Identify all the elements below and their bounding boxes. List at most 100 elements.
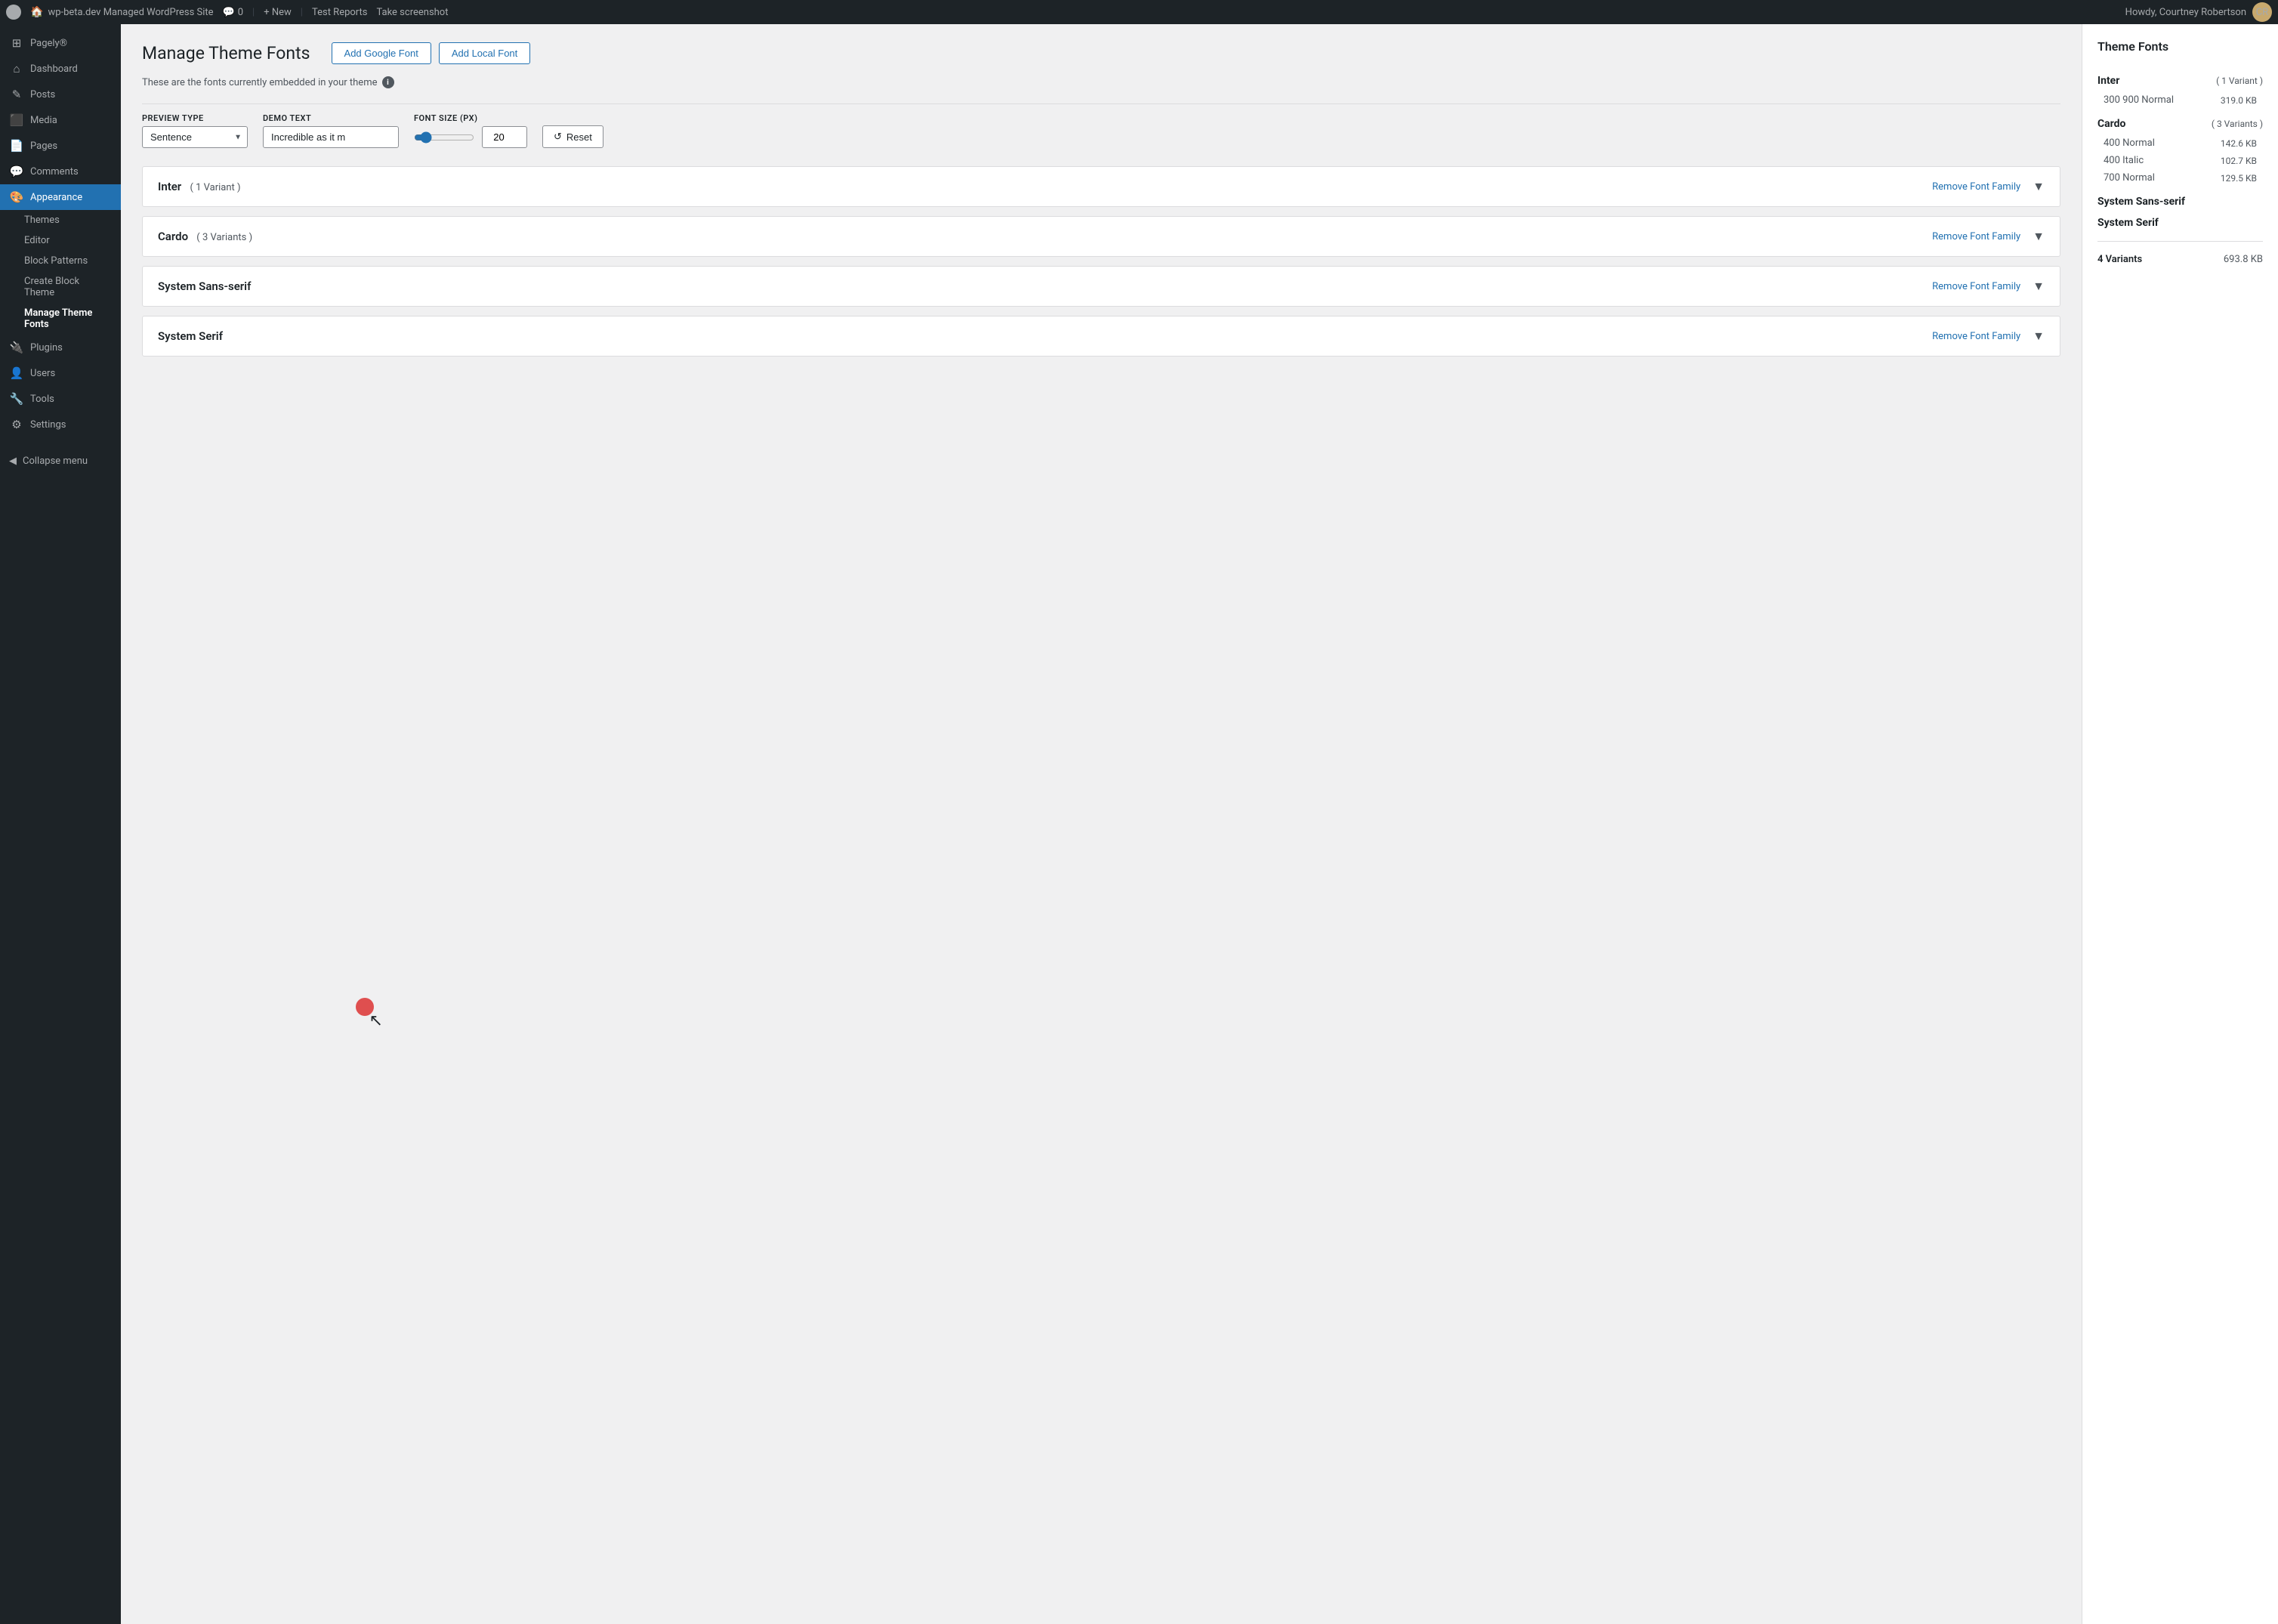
collapse-menu[interactable]: ◀ Collapse menu	[0, 449, 121, 473]
sidebar-item-label-appearance: Appearance	[30, 192, 82, 203]
new-button[interactable]: + New	[264, 7, 292, 18]
app-layout: ⊞ Pagely® ⌂ Dashboard ✎ Posts ⬛ Media 📄 …	[0, 24, 2278, 1624]
separator2: |	[301, 7, 303, 18]
subtitle: These are the fonts currently embedded i…	[142, 76, 2060, 88]
collapse-arrow-icon: ◀	[9, 455, 17, 467]
sidebar-item-appearance[interactable]: 🎨 Appearance	[0, 184, 121, 210]
comments-count[interactable]: 💬 0	[223, 7, 244, 18]
sidebar-item-label-settings: Settings	[30, 419, 66, 431]
avatar: CR	[2252, 2, 2272, 22]
panel-cardo-variant-label-1: 400 Italic	[2104, 155, 2144, 166]
sidebar-item-users[interactable]: 👤 Users	[0, 360, 121, 386]
comments-icon: 💬	[9, 165, 24, 178]
font-inter-actions: Remove Font Family ▼	[1932, 179, 2045, 194]
preview-type-group: PREVIEW TYPE Sentence Paragraph Custom	[142, 113, 248, 148]
font-size-number-input[interactable]	[482, 126, 527, 148]
sidebar-sub-item-manage-theme-fonts[interactable]: Manage Theme Fonts	[24, 303, 121, 335]
sidebar-item-pages[interactable]: 📄 Pages	[0, 133, 121, 159]
font-inter-name: Inter	[158, 180, 181, 193]
sidebar-item-label-comments: Comments	[30, 166, 79, 178]
sidebar-item-tools[interactable]: 🔧 Tools	[0, 386, 121, 412]
sidebar-item-label-posts: Posts	[30, 89, 55, 100]
sidebar-item-label-dashboard: Dashboard	[30, 63, 78, 75]
sidebar-item-posts[interactable]: ✎ Posts	[0, 82, 121, 107]
wp-logo-text: W	[9, 7, 17, 18]
right-panel: Theme Fonts Inter ( 1 Variant ) 300 900 …	[2082, 24, 2278, 1624]
font-size-group: FONT SIZE (PX)	[414, 113, 527, 148]
serif-chevron-icon: ▼	[2033, 329, 2045, 344]
font-item-cardo-header[interactable]: Cardo ( 3 Variants ) Remove Font Family …	[143, 217, 2060, 256]
sidebar-sub-item-editor[interactable]: Editor	[24, 230, 121, 251]
panel-inter-variant-size-0: 319.0 KB	[2221, 95, 2257, 106]
howdy-text: Howdy, Courtney Robertson	[2125, 7, 2246, 18]
sans-chevron-icon: ▼	[2033, 279, 2045, 294]
font-size-slider[interactable]	[414, 131, 474, 144]
panel-total-size: 693.8 KB	[2224, 254, 2263, 265]
font-cardo-variant-count: ( 3 Variants )	[196, 232, 252, 243]
font-item-cardo-name-group: Cardo ( 3 Variants )	[158, 230, 252, 243]
cardo-chevron-icon: ▼	[2033, 229, 2045, 244]
font-item-inter: Inter ( 1 Variant ) Remove Font Family ▼	[142, 166, 2060, 207]
site-name[interactable]: 🏠 wp-beta.dev Managed WordPress Site	[30, 6, 214, 18]
sidebar-sub-item-themes[interactable]: Themes	[24, 210, 121, 230]
remove-serif-link[interactable]: Remove Font Family	[1932, 331, 2020, 342]
comments-number: 0	[238, 7, 243, 18]
remove-inter-link[interactable]: Remove Font Family	[1932, 181, 2020, 193]
font-inter-variant-count: ( 1 Variant )	[190, 182, 240, 193]
font-item-cardo: Cardo ( 3 Variants ) Remove Font Family …	[142, 216, 2060, 257]
inter-chevron-icon: ▼	[2033, 179, 2045, 194]
wp-logo-icon[interactable]: W	[6, 5, 21, 20]
demo-text-label: DEMO TEXT	[263, 113, 399, 123]
howdy-section: Howdy, Courtney Robertson CR	[2125, 2, 2272, 22]
take-screenshot-link[interactable]: Take screenshot	[376, 7, 448, 18]
add-local-font-button[interactable]: Add Local Font	[439, 42, 530, 64]
font-item-inter-header[interactable]: Inter ( 1 Variant ) Remove Font Family ▼	[143, 167, 2060, 206]
demo-text-input[interactable]	[263, 126, 399, 148]
panel-inter-variant-0: 300 900 Normal 319.0 KB	[2097, 91, 2263, 109]
sidebar-item-comments[interactable]: 💬 Comments	[0, 159, 121, 184]
panel-system-serif-name: System Serif	[2097, 217, 2263, 229]
reset-label: Reset	[566, 131, 592, 143]
sidebar-item-dashboard[interactable]: ⌂ Dashboard	[0, 56, 121, 82]
panel-cardo-name: Cardo	[2097, 118, 2125, 130]
settings-icon: ⚙	[9, 418, 24, 431]
reset-button[interactable]: ↺ Reset	[542, 125, 603, 148]
panel-cardo-variant-2: 700 Normal 129.5 KB	[2097, 169, 2263, 187]
house-icon: 🏠	[30, 6, 43, 18]
font-item-system-serif: System Serif Remove Font Family ▼	[142, 316, 2060, 357]
font-serif-actions: Remove Font Family ▼	[1932, 329, 2045, 344]
sidebar-sub-item-block-patterns[interactable]: Block Patterns	[24, 251, 121, 271]
new-label: + New	[264, 7, 292, 18]
controls-row: PREVIEW TYPE Sentence Paragraph Custom D…	[142, 113, 2060, 148]
panel-cardo-count: ( 3 Variants )	[2212, 119, 2263, 129]
sidebar-item-label-plugins: Plugins	[30, 342, 63, 354]
sidebar-item-settings[interactable]: ⚙ Settings	[0, 412, 121, 437]
preview-type-label: PREVIEW TYPE	[142, 113, 248, 123]
demo-text-group: DEMO TEXT	[263, 113, 399, 148]
font-cardo-name: Cardo	[158, 230, 188, 243]
sidebar-item-label-pagely: Pagely®	[30, 38, 67, 49]
subtitle-text: These are the fonts currently embedded i…	[142, 77, 378, 88]
sidebar-item-media[interactable]: ⬛ Media	[0, 107, 121, 133]
panel-title: Theme Fonts	[2097, 39, 2263, 54]
add-google-font-button[interactable]: Add Google Font	[332, 42, 431, 64]
font-size-label: FONT SIZE (PX)	[414, 113, 527, 123]
sidebar-item-label-tools: Tools	[30, 394, 54, 405]
font-item-serif-header[interactable]: System Serif Remove Font Family ▼	[143, 316, 2060, 356]
site-name-text: wp-beta.dev Managed WordPress Site	[48, 7, 213, 18]
sidebar-item-pagely[interactable]: ⊞ Pagely®	[0, 30, 121, 56]
separator: |	[252, 7, 255, 18]
remove-sans-link[interactable]: Remove Font Family	[1932, 281, 2020, 292]
sidebar-item-plugins[interactable]: 🔌 Plugins	[0, 335, 121, 360]
font-item-sans-header[interactable]: System Sans-serif Remove Font Family ▼	[143, 267, 2060, 306]
appearance-submenu: Themes Editor Block Patterns Create Bloc…	[0, 210, 121, 335]
preview-type-select[interactable]: Sentence Paragraph Custom	[142, 126, 248, 148]
sidebar-sub-item-create-block-theme[interactable]: Create Block Theme	[24, 271, 121, 303]
info-icon[interactable]: i	[382, 76, 394, 88]
pages-icon: 📄	[9, 139, 24, 153]
appearance-icon: 🎨	[9, 190, 24, 204]
test-reports-link[interactable]: Test Reports	[312, 7, 368, 18]
remove-cardo-link[interactable]: Remove Font Family	[1932, 231, 2020, 242]
sidebar-item-label-media: Media	[30, 115, 57, 126]
top-bar: W 🏠 wp-beta.dev Managed WordPress Site 💬…	[0, 0, 2278, 24]
